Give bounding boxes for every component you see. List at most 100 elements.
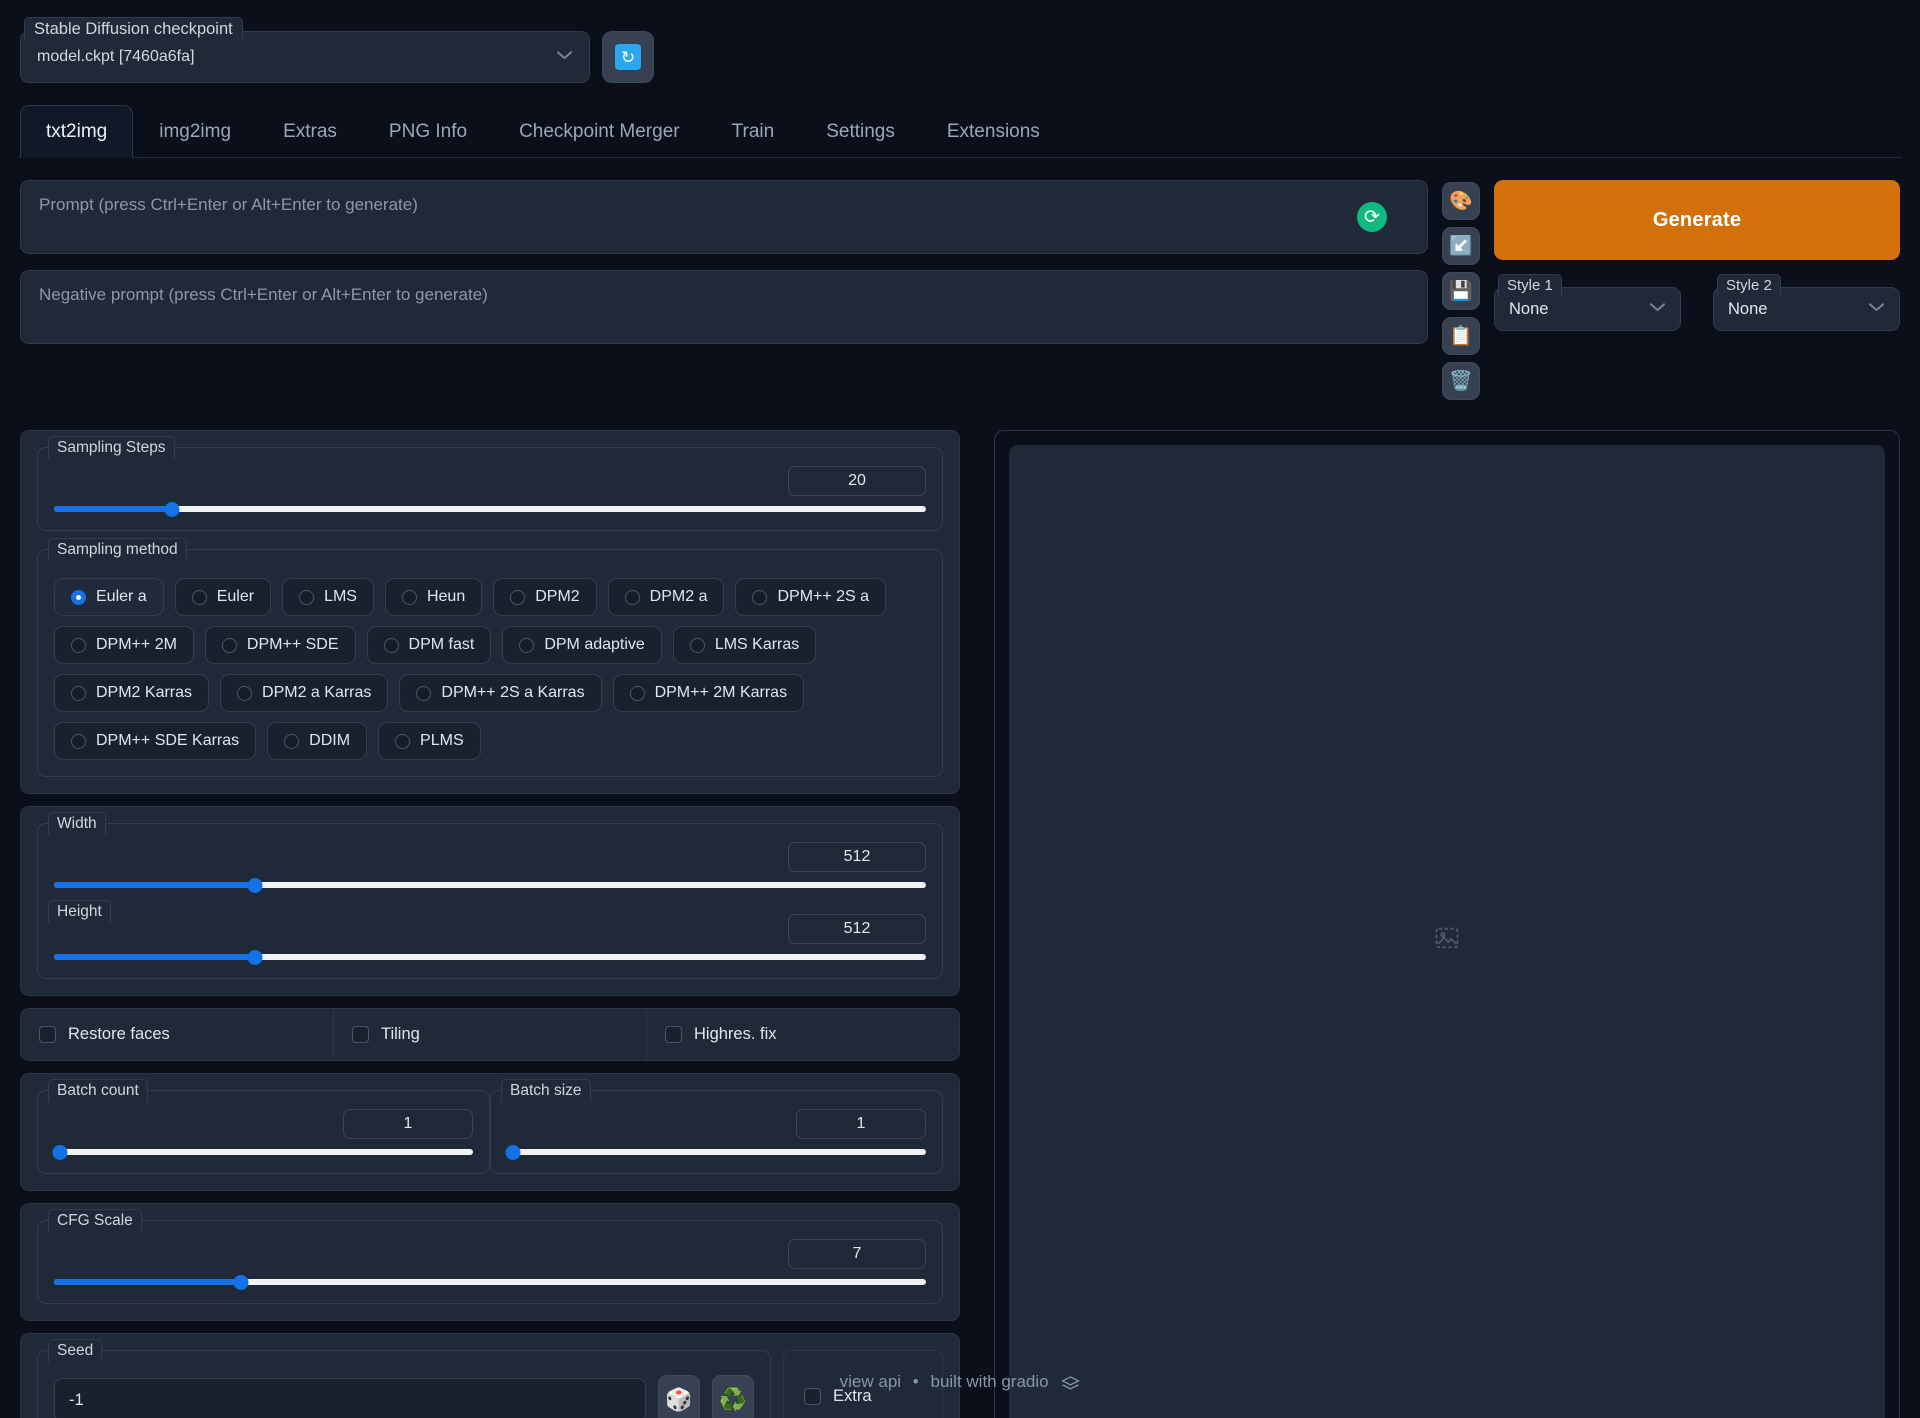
palette-icon[interactable]: 🎨: [1442, 182, 1480, 220]
negative-prompt-placeholder: Negative prompt (press Ctrl+Enter or Alt…: [39, 285, 1409, 305]
sampling-steps-label: Sampling Steps: [48, 436, 175, 459]
sampler-dpmpp-sde-karras[interactable]: DPM++ SDE Karras: [54, 722, 256, 760]
sampler-dpm-adaptive[interactable]: DPM adaptive: [502, 626, 662, 664]
batch-count-label: Batch count: [48, 1079, 148, 1102]
prompt-area: Prompt (press Ctrl+Enter or Alt+Enter to…: [18, 158, 1902, 400]
tiling-checkbox[interactable]: Tiling: [334, 1009, 647, 1060]
sampler-lms-karras[interactable]: LMS Karras: [673, 626, 816, 664]
slider-thumb[interactable]: [234, 1275, 249, 1290]
batch-count-slider[interactable]: [54, 1147, 473, 1157]
sampling-steps-value[interactable]: 20: [788, 466, 926, 496]
cfg-panel: CFG Scale 7: [20, 1203, 960, 1321]
highres-fix-checkbox[interactable]: Highres. fix: [647, 1009, 959, 1060]
sampler-dpm2-karras[interactable]: DPM2 Karras: [54, 674, 209, 712]
radio-icon: [384, 638, 399, 653]
radio-icon: [237, 686, 252, 701]
height-slider[interactable]: [54, 952, 926, 962]
cfg-scale-label: CFG Scale: [48, 1209, 142, 1232]
sampler-dpmpp-2m-karras[interactable]: DPM++ 2M Karras: [613, 674, 804, 712]
tab-txt2img[interactable]: txt2img: [20, 105, 133, 158]
footer: view api • built with gradio: [0, 1372, 1920, 1392]
batch-size-label: Batch size: [501, 1079, 591, 1102]
style-1-value: None: [1509, 300, 1548, 319]
sampler-heun[interactable]: Heun: [385, 578, 482, 616]
sampler-dpm2-a[interactable]: DPM2 a: [608, 578, 725, 616]
style-1-dropdown[interactable]: Style 1 None: [1494, 274, 1681, 331]
checkbox-icon: [665, 1026, 682, 1043]
sampling-method-group: Sampling method Euler a Euler LMS Heun D…: [37, 549, 943, 777]
style-2-value: None: [1728, 300, 1767, 319]
slider-thumb[interactable]: [164, 502, 179, 517]
floppy-disk-icon[interactable]: 💾: [1442, 272, 1480, 310]
footer-separator: •: [913, 1372, 919, 1391]
sampler-euler[interactable]: Euler: [175, 578, 271, 616]
view-api-link[interactable]: view api: [840, 1372, 901, 1391]
tab-settings[interactable]: Settings: [800, 105, 921, 157]
sampler-lms[interactable]: LMS: [282, 578, 374, 616]
sampler-dpm2[interactable]: DPM2: [493, 578, 596, 616]
built-with-gradio-link[interactable]: built with gradio: [930, 1372, 1048, 1391]
image-gallery[interactable]: [1009, 445, 1885, 1418]
checkpoint-value: model.ckpt [7460a6fa]: [37, 48, 194, 66]
arrow-down-left-icon[interactable]: ↙️: [1442, 227, 1480, 265]
sampler-dpm-fast[interactable]: DPM fast: [367, 626, 492, 664]
sampling-panel: Sampling Steps 20 Sampling method Eule: [20, 430, 960, 794]
batch-size-value[interactable]: 1: [796, 1109, 926, 1139]
batch-size-group: Batch size 1: [490, 1090, 943, 1174]
height-value[interactable]: 512: [788, 914, 926, 944]
width-label: Width: [48, 812, 106, 835]
restore-progress-icon[interactable]: ⟳: [1357, 202, 1387, 232]
radio-icon: [416, 686, 431, 701]
batch-count-group: Batch count 1: [37, 1090, 490, 1174]
sampler-dpmpp-2s-a[interactable]: DPM++ 2S a: [735, 578, 886, 616]
batch-size-slider[interactable]: [507, 1147, 926, 1157]
negative-prompt-input[interactable]: Negative prompt (press Ctrl+Enter or Alt…: [20, 270, 1428, 344]
chevron-down-icon: [1650, 305, 1666, 314]
slider-thumb[interactable]: [506, 1145, 521, 1160]
clipboard-icon[interactable]: 📋: [1442, 317, 1480, 355]
styles-row: Style 1 None Style 2 None: [1494, 274, 1900, 331]
tab-checkpoint-merger[interactable]: Checkpoint Merger: [493, 105, 706, 157]
width-slider[interactable]: [54, 880, 926, 890]
tab-extensions[interactable]: Extensions: [921, 105, 1066, 157]
cfg-scale-value[interactable]: 7: [788, 1239, 926, 1269]
slider-thumb[interactable]: [53, 1145, 68, 1160]
generate-button[interactable]: Generate: [1494, 180, 1900, 260]
results-outline: Save Send to img2img Send to inpaint Sen…: [994, 430, 1900, 1418]
prompt-input[interactable]: Prompt (press Ctrl+Enter or Alt+Enter to…: [20, 180, 1428, 254]
sampler-dpmpp-2m[interactable]: DPM++ 2M: [54, 626, 194, 664]
tab-train[interactable]: Train: [706, 105, 801, 157]
radio-icon: [284, 734, 299, 749]
batch-count-value[interactable]: 1: [343, 1109, 473, 1139]
sampler-euler-a[interactable]: Euler a: [54, 578, 164, 616]
style-2-label: Style 2: [1717, 274, 1781, 297]
slider-thumb[interactable]: [247, 950, 262, 965]
checkbox-icon: [39, 1026, 56, 1043]
sampler-dpmpp-2s-a-karras[interactable]: DPM++ 2S a Karras: [399, 674, 601, 712]
settings-column: Sampling Steps 20 Sampling method Eule: [20, 430, 960, 1418]
results-column: Save Send to img2img Send to inpaint Sen…: [994, 430, 1900, 1418]
sampler-dpmpp-sde[interactable]: DPM++ SDE: [205, 626, 356, 664]
radio-icon: [395, 734, 410, 749]
dimensions-panel: Width 512 Height 512: [20, 806, 960, 996]
sampler-ddim[interactable]: DDIM: [267, 722, 367, 760]
restore-faces-checkbox[interactable]: Restore faces: [21, 1009, 334, 1060]
style-2-dropdown[interactable]: Style 2 None: [1713, 274, 1900, 331]
slider-thumb[interactable]: [247, 878, 262, 893]
style-1-label: Style 1: [1498, 274, 1562, 297]
tab-png-info[interactable]: PNG Info: [363, 105, 493, 157]
cfg-scale-slider[interactable]: [54, 1277, 926, 1287]
width-group: Width 512 Height 512: [37, 823, 943, 979]
width-value[interactable]: 512: [788, 842, 926, 872]
refresh-checkpoints-button[interactable]: ↻: [602, 31, 654, 83]
sampler-plms[interactable]: PLMS: [378, 722, 481, 760]
tab-extras[interactable]: Extras: [257, 105, 363, 157]
sampler-dpm2-a-karras[interactable]: DPM2 a Karras: [220, 674, 388, 712]
checkpoint-dropdown[interactable]: Stable Diffusion checkpoint model.ckpt […: [20, 18, 590, 83]
tab-img2img[interactable]: img2img: [133, 105, 257, 157]
sampling-steps-slider[interactable]: [54, 504, 926, 514]
sampler-row: DPM++ 2M DPM++ SDE DPM fast DPM adaptive…: [54, 626, 926, 664]
radio-icon: [71, 686, 86, 701]
trash-icon[interactable]: 🗑️: [1442, 362, 1480, 400]
sampler-row: Euler a Euler LMS Heun DPM2 DPM2 a DPM++…: [54, 578, 926, 616]
